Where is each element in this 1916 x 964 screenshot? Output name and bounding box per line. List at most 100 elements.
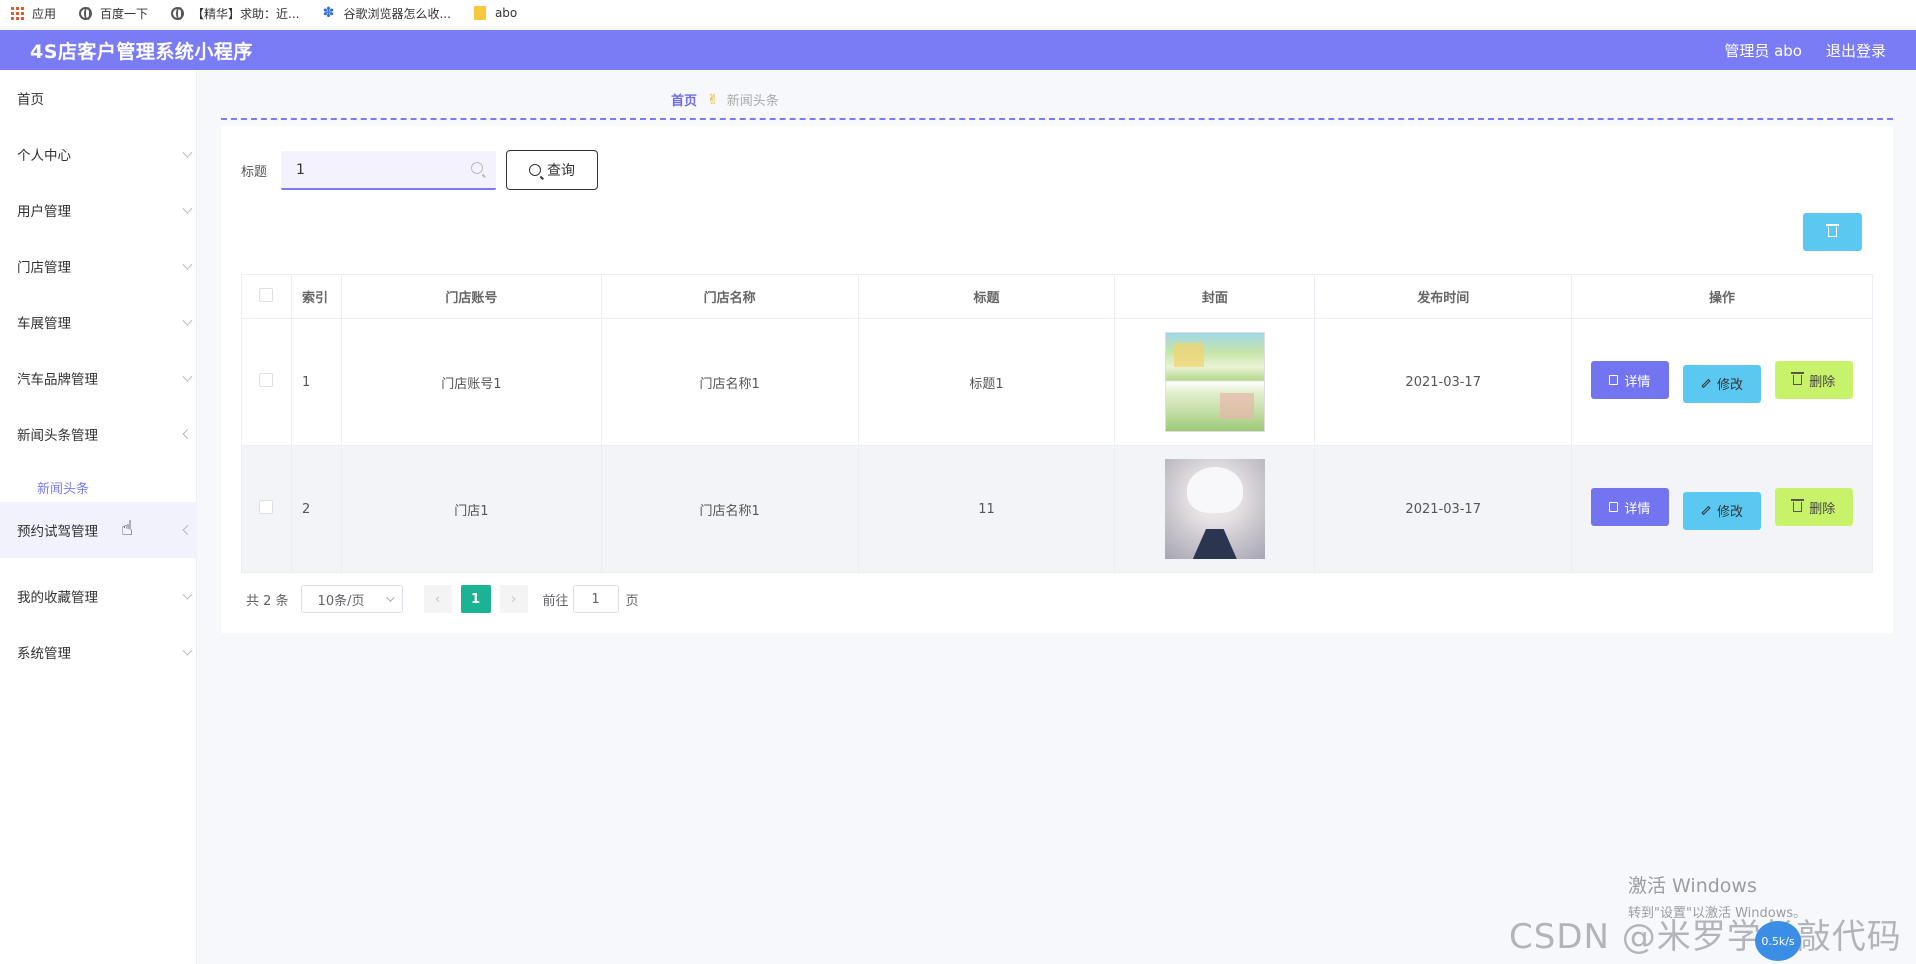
sidebar-item-favorites-management[interactable]: 我的收藏管理 [0,568,197,624]
cell-date: 2021-03-17 [1314,318,1573,446]
sidebar-subitem-news[interactable]: 新闻头条 [0,470,197,504]
bookmark-help-thread[interactable]: 【精华】求助：近... [170,5,299,22]
page-jumper: 前往 页 [543,585,639,613]
apps-grid-icon [10,6,24,20]
sidebar-item-user-management[interactable]: 用户管理 [0,182,197,238]
cell-store-name: 门店名称1 [600,318,859,446]
bookmark-label: 百度一下 [100,6,149,21]
sidebar-item-label: 用户管理 [17,204,71,220]
table-header-row: 索引 门店账号 门店名称 标题 封面 发布时间 操作 [241,274,1873,319]
globe-icon [170,6,184,20]
pencil-icon [1701,379,1711,389]
sidebar-item-label: 新闻头条管理 [17,428,98,444]
column-header: 门店账号 [340,274,602,319]
sidebar-item-label: 我的收藏管理 [17,590,98,606]
sidebar-item-label: 首页 [17,92,44,108]
current-user: 管理员 abo [1724,41,1802,60]
hand-emoji-icon: ✌ [707,91,719,108]
cell-index: 1 [290,318,342,446]
sidebar-item-label: 门店管理 [17,260,71,276]
delete-button[interactable]: 删除 [1775,488,1854,527]
trash-icon [1826,224,1839,237]
sidebar-item-car-brand-management[interactable]: 汽车品牌管理 [0,350,197,406]
cell-actions: 详情 修改 删除 [1571,318,1873,446]
next-page-button[interactable]: › [499,585,528,613]
bookmarks-bar: 应用 百度一下 【精华】求助：近... ✽ 谷歌浏览器怎么收... abo [0,0,1916,26]
select-all-cell[interactable] [241,274,292,319]
query-button-label: 查询 [547,163,575,179]
page-size-value: 10条/页 [317,593,365,609]
cell-store-name: 门店名称1 [600,445,859,573]
cell-date: 2021-03-17 [1314,445,1573,573]
cell-title: 11 [857,445,1116,573]
query-button[interactable]: 查询 [506,150,598,190]
search-icon [529,164,541,176]
csdn-watermark: CSDN @米罗学长敲代码 [1509,917,1902,957]
column-header: 操作 [1571,274,1873,319]
detail-button[interactable]: 详情 [1590,488,1669,527]
cell-actions: 详情 修改 删除 [1571,445,1873,573]
detail-button[interactable]: 详情 [1590,361,1669,400]
globe-icon [78,6,92,20]
document-icon [1609,502,1619,513]
chevron-left-icon: ‹ [434,591,441,607]
trash-icon [1791,499,1805,513]
pencil-icon [1701,506,1711,516]
breadcrumb-home[interactable]: 首页 [671,90,697,109]
bookmark-baidu[interactable]: 百度一下 [78,5,148,22]
page-size-select[interactable]: 10条/页 [300,585,403,613]
edit-button-label: 修改 [1717,378,1744,394]
bookmark-apps[interactable]: 应用 [10,5,56,22]
cell-store-account: 门店账号1 [340,318,602,446]
sidebar-item-system-management[interactable]: 系统管理 [0,624,197,680]
network-speed-widget[interactable]: 0.5k/s [1755,921,1801,961]
sidebar-item-label: 车展管理 [17,316,71,332]
sidebar-item-test-drive-management[interactable]: 预约试驾管理 [0,502,197,558]
sidebar: 首页 个人中心 用户管理 门店管理 车展管理 汽车品牌管理 新闻头条管理 新闻头… [0,70,197,964]
row-checkbox[interactable] [259,500,274,514]
cell-store-account: 门店1 [340,445,602,573]
document-icon [1609,375,1619,386]
edit-button[interactable]: 修改 [1683,364,1762,403]
breadcrumb-current: 新闻头条 [726,94,779,109]
bookmark-chrome-tips[interactable]: ✽ 谷歌浏览器怎么收... [321,5,451,22]
cell-title: 标题1 [857,318,1116,446]
sidebar-item-home[interactable]: 首页 [0,70,197,126]
breadcrumb: 首页 ✌ 新闻头条 [671,90,779,110]
prev-page-button[interactable]: ‹ [423,585,452,613]
bookmark-abo-folder[interactable]: abo [473,6,517,20]
sidebar-item-news-management[interactable]: 新闻头条管理 [0,406,197,462]
chevron-left-icon [182,525,193,535]
bookmark-label: 谷歌浏览器怎么收... [343,6,451,21]
cell-cover [1114,318,1316,446]
bulk-delete-button[interactable] [1803,213,1862,251]
search-input[interactable] [281,151,496,190]
goto-page-input[interactable] [572,585,619,613]
chevron-down-icon [182,645,193,656]
edit-button[interactable]: 修改 [1683,491,1762,530]
select-all-checkbox[interactable] [259,287,274,302]
cover-image[interactable] [1164,332,1265,432]
sidebar-item-store-management[interactable]: 门店管理 [0,238,197,294]
news-table: 索引 门店账号 门店名称 标题 封面 发布时间 操作 1 门店账号1 门店名称1… [241,274,1873,573]
cover-image[interactable] [1164,459,1265,559]
logout-button[interactable]: 退出登录 [1826,40,1886,61]
chevron-down-icon [182,203,193,214]
column-header: 封面 [1114,274,1316,319]
chevron-left-icon [182,429,193,439]
column-header: 索引 [290,274,342,319]
column-header: 标题 [857,274,1116,319]
sidebar-item-personal-center[interactable]: 个人中心 [0,126,197,182]
sidebar-item-label: 预约试驾管理 [17,524,98,540]
delete-button[interactable]: 删除 [1775,361,1854,400]
folder-icon [473,6,487,20]
sidebar-item-label: 汽车品牌管理 [17,372,98,388]
page-number-current[interactable]: 1 [460,585,491,613]
row-checkbox[interactable] [259,373,274,387]
column-header: 门店名称 [600,274,859,319]
chevron-down-icon [182,589,193,600]
trash-icon [1791,372,1805,386]
pagination-total: 共 2 条 [246,593,289,609]
sidebar-item-car-show-management[interactable]: 车展管理 [0,294,197,350]
delete-button-label: 删除 [1809,501,1836,517]
